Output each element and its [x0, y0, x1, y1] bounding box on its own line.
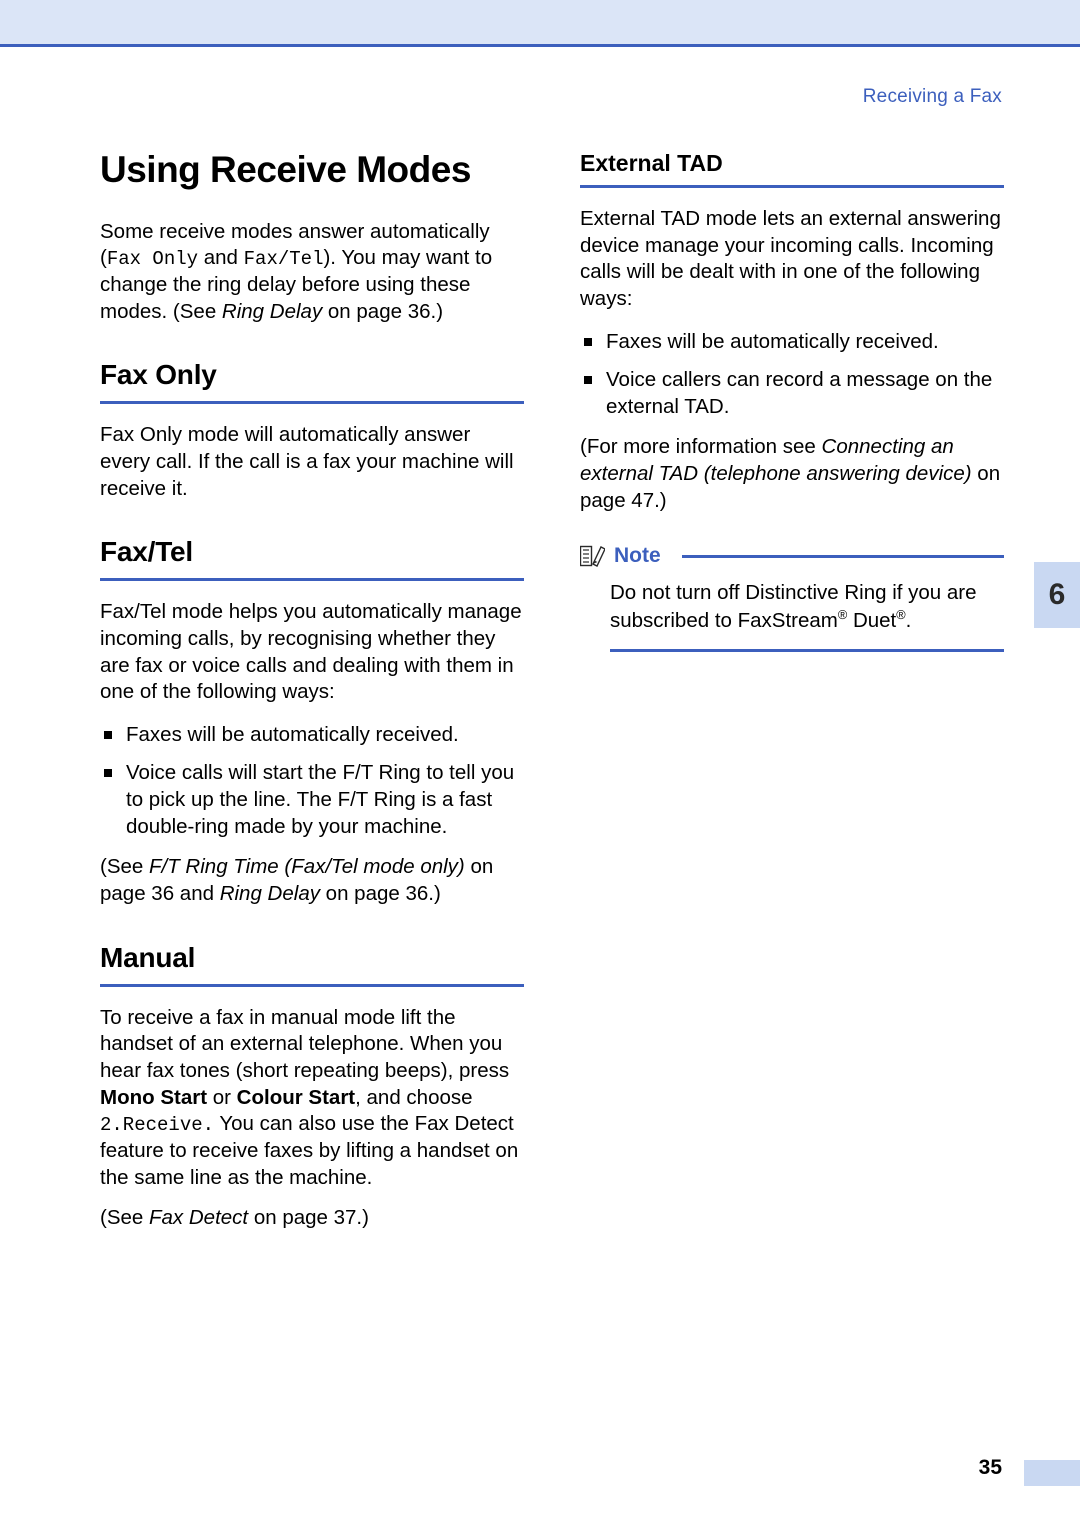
fax-tel-reference: (See F/T Ring Time (Fax/Tel mode only) o…	[100, 854, 524, 907]
note-divider	[681, 554, 1004, 558]
list-item: Faxes will be automatically received.	[100, 722, 524, 749]
page-title: Using Receive Modes	[100, 149, 471, 190]
external-tad-body: External TAD mode lets an external answe…	[580, 207, 1001, 310]
note-box: Note Do not turn off Distinctive Ring if…	[579, 544, 1004, 652]
chapter-number: 6	[1048, 578, 1066, 611]
manual-reference: (See Fax Detect on page 37.)	[100, 1205, 524, 1232]
fax-tel-body: Fax/Tel mode helps you automatically man…	[100, 600, 522, 704]
manual-ref-text-2: on page 37.)	[248, 1206, 369, 1230]
intro-italic-ref: Ring Delay	[221, 299, 323, 323]
manual-mono: 2.Receive.	[100, 1114, 215, 1137]
list-item: Voice calls will start the F/T Ring to t…	[100, 760, 524, 840]
chapter-tab: 6	[1034, 562, 1080, 628]
page-number: 35	[978, 1456, 1002, 1479]
heading-external-tad: External TAD	[580, 150, 1004, 188]
note-registered-mark-1: ®	[837, 607, 848, 623]
intro-text-4: on page 36.)	[322, 299, 444, 323]
list-item: Voice callers can record a message on th…	[580, 367, 1004, 420]
right-column: External TAD External TAD mode lets an e…	[579, 150, 1004, 652]
external-tad-ref-text-1: (For more information see	[580, 435, 822, 459]
manual-ref-text-1: (See	[100, 1206, 149, 1230]
intro-paragraph: Some receive modes answer automatically …	[100, 219, 524, 326]
page-top-banner	[0, 0, 1080, 47]
note-text-2: Duet	[847, 608, 897, 632]
fax-tel-ref-italic-2: Ring Delay	[219, 881, 320, 905]
external-tad-reference: (For more information see Connecting an …	[580, 434, 1004, 514]
intro-mono-1: Fax Only	[106, 248, 199, 271]
heading-fax-only: Fax Only	[100, 359, 524, 405]
note-body: Do not turn off Distinctive Ring if you …	[610, 580, 1004, 652]
heading-manual: Manual	[100, 942, 524, 987]
note-header: Note	[579, 544, 1004, 568]
note-registered-mark-2: ®	[896, 607, 906, 623]
note-pencil-icon	[579, 545, 606, 568]
fax-tel-bullet-list: Faxes will be automatically received. Vo…	[100, 722, 524, 841]
manual-body: To receive a fax in manual mode lift the…	[100, 1005, 524, 1192]
fax-tel-ref-italic-1: F/T Ring Time (Fax/Tel mode only)	[149, 855, 465, 879]
manual-text-1: To receive a fax in manual mode lift the…	[100, 1005, 510, 1082]
fax-tel-ref-text-1: (See	[100, 855, 149, 879]
left-column: Using Receive Modes Some receive modes a…	[100, 149, 524, 1232]
intro-mono-2: Fax/Tel	[243, 248, 324, 271]
manual-text-2: or	[207, 1085, 237, 1109]
manual-bold-1: Mono Start	[100, 1085, 208, 1109]
running-header: Receiving a Fax	[862, 86, 1002, 107]
footer-accent-block	[1024, 1460, 1080, 1486]
note-label: Note	[614, 544, 661, 568]
manual-text-3: , and choose	[355, 1085, 473, 1109]
fax-only-body: Fax Only mode will automatically answer …	[100, 423, 514, 500]
heading-fax-tel: Fax/Tel	[100, 536, 524, 582]
note-text-1: Do not turn off Distinctive Ring if you …	[610, 581, 977, 632]
list-item: Faxes will be automatically received.	[580, 329, 1004, 356]
note-text-3: .	[905, 608, 912, 632]
fax-tel-ref-text-3: on page 36.)	[319, 881, 441, 905]
intro-text-2: and	[198, 246, 244, 270]
manual-ref-italic: Fax Detect	[149, 1206, 249, 1230]
manual-bold-2: Colour Start	[236, 1085, 356, 1109]
external-tad-bullet-list: Faxes will be automatically received. Vo…	[580, 329, 1004, 421]
